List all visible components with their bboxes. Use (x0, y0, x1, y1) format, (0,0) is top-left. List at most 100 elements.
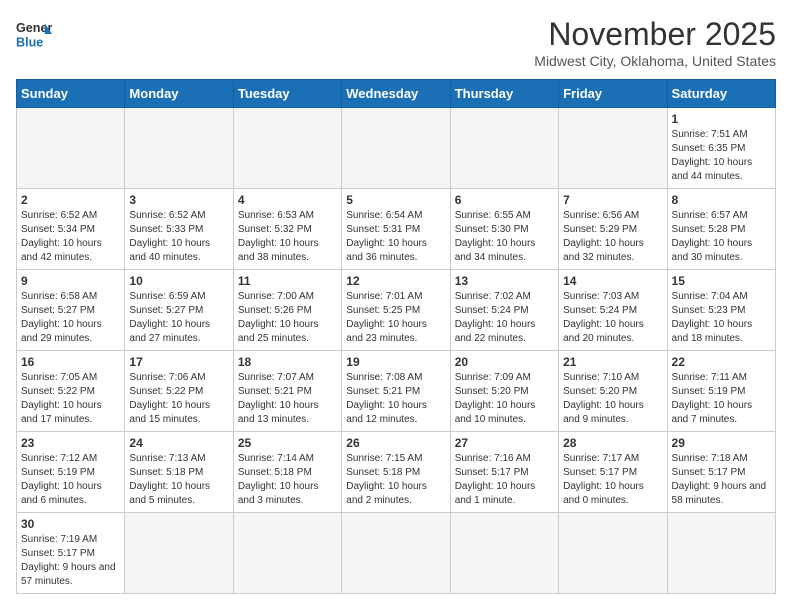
day-info: Sunrise: 6:52 AM Sunset: 5:34 PM Dayligh… (21, 209, 120, 265)
day-info: Sunrise: 7:10 AM Sunset: 5:20 PM Dayligh… (563, 371, 662, 427)
calendar-week-row: 30 Sunrise: 7:19 AM Sunset: 5:17 PM Dayli… (17, 513, 776, 594)
calendar-cell (450, 108, 558, 189)
calendar-cell (342, 108, 450, 189)
location: Midwest City, Oklahoma, United States (534, 53, 776, 69)
day-info: Sunrise: 6:52 AM Sunset: 5:33 PM Dayligh… (129, 209, 228, 265)
calendar-week-row: 16Sunrise: 7:05 AM Sunset: 5:22 PM Dayli… (17, 351, 776, 432)
day-info: Sunrise: 7:12 AM Sunset: 5:19 PM Dayligh… (21, 452, 120, 508)
day-info: Sunrise: 6:55 AM Sunset: 5:30 PM Dayligh… (455, 209, 554, 265)
day-number: 10 (129, 274, 228, 288)
calendar-cell: 27 Sunrise: 7:16 AM Sunset: 5:17 PM Dayli… (450, 432, 558, 513)
day-number: 25 (238, 436, 337, 450)
day-info: Sunrise: 7:14 AM Sunset: 5:18 PM Dayligh… (238, 452, 337, 508)
month-title: November 2025 (534, 16, 776, 53)
calendar-header-friday: Friday (559, 80, 667, 108)
calendar-cell: 2Sunrise: 6:52 AM Sunset: 5:34 PM Daylig… (17, 189, 125, 270)
day-info: Sunrise: 7:02 AM Sunset: 5:24 PM Dayligh… (455, 290, 554, 346)
calendar-header-tuesday: Tuesday (233, 80, 341, 108)
day-number: 15 (672, 274, 771, 288)
day-number: 27 (455, 436, 554, 450)
logo: General Blue (16, 16, 52, 52)
day-number: 14 (563, 274, 662, 288)
calendar-week-row: 1 Sunrise: 7:51 AM Sunset: 6:35 PM Daylig… (17, 108, 776, 189)
day-number: 30 (21, 517, 120, 531)
day-info: Sunrise: 7:03 AM Sunset: 5:24 PM Dayligh… (563, 290, 662, 346)
day-number: 29 (672, 436, 771, 450)
day-info: Sunrise: 6:58 AM Sunset: 5:27 PM Dayligh… (21, 290, 120, 346)
calendar-cell: 23 Sunrise: 7:12 AM Sunset: 5:19 PM Dayli… (17, 432, 125, 513)
calendar-header-sunday: Sunday (17, 80, 125, 108)
calendar-cell: 15Sunrise: 7:04 AM Sunset: 5:23 PM Dayli… (667, 270, 775, 351)
day-info: Sunrise: 7:00 AM Sunset: 5:26 PM Dayligh… (238, 290, 337, 346)
day-number: 18 (238, 355, 337, 369)
calendar-cell (342, 513, 450, 594)
calendar-cell (559, 513, 667, 594)
day-number: 9 (21, 274, 120, 288)
calendar-cell: 10 Sunrise: 6:59 AM Sunset: 5:27 PM Dayli… (125, 270, 233, 351)
calendar-table: SundayMondayTuesdayWednesdayThursdayFrid… (16, 79, 776, 594)
calendar-cell (125, 108, 233, 189)
calendar-header-monday: Monday (125, 80, 233, 108)
day-info: Sunrise: 6:53 AM Sunset: 5:32 PM Dayligh… (238, 209, 337, 265)
svg-text:Blue: Blue (16, 36, 43, 50)
day-info: Sunrise: 7:51 AM Sunset: 6:35 PM Dayligh… (672, 128, 771, 184)
calendar-cell: 16Sunrise: 7:05 AM Sunset: 5:22 PM Dayli… (17, 351, 125, 432)
calendar-cell: 9 Sunrise: 6:58 AM Sunset: 5:27 PM Daylig… (17, 270, 125, 351)
calendar-header-thursday: Thursday (450, 80, 558, 108)
day-info: Sunrise: 7:05 AM Sunset: 5:22 PM Dayligh… (21, 371, 120, 427)
logo-icon: General Blue (16, 16, 52, 52)
day-number: 4 (238, 193, 337, 207)
day-number: 19 (346, 355, 445, 369)
day-number: 23 (21, 436, 120, 450)
calendar-week-row: 23 Sunrise: 7:12 AM Sunset: 5:19 PM Dayli… (17, 432, 776, 513)
day-number: 24 (129, 436, 228, 450)
calendar-cell: 26Sunrise: 7:15 AM Sunset: 5:18 PM Dayli… (342, 432, 450, 513)
calendar-cell: 30 Sunrise: 7:19 AM Sunset: 5:17 PM Dayli… (17, 513, 125, 594)
day-info: Sunrise: 7:16 AM Sunset: 5:17 PM Dayligh… (455, 452, 554, 508)
page-header: General Blue November 2025 Midwest City,… (16, 16, 776, 69)
title-block: November 2025 Midwest City, Oklahoma, Un… (534, 16, 776, 69)
calendar-cell: 29 Sunrise: 7:18 AM Sunset: 5:17 PM Dayli… (667, 432, 775, 513)
day-number: 1 (672, 112, 771, 126)
calendar-week-row: 2Sunrise: 6:52 AM Sunset: 5:34 PM Daylig… (17, 189, 776, 270)
day-info: Sunrise: 7:01 AM Sunset: 5:25 PM Dayligh… (346, 290, 445, 346)
day-info: Sunrise: 7:19 AM Sunset: 5:17 PM Dayligh… (21, 533, 120, 589)
day-info: Sunrise: 6:59 AM Sunset: 5:27 PM Dayligh… (129, 290, 228, 346)
day-number: 20 (455, 355, 554, 369)
day-number: 11 (238, 274, 337, 288)
calendar-cell: 14 Sunrise: 7:03 AM Sunset: 5:24 PM Dayli… (559, 270, 667, 351)
day-number: 6 (455, 193, 554, 207)
calendar-week-row: 9 Sunrise: 6:58 AM Sunset: 5:27 PM Daylig… (17, 270, 776, 351)
calendar-cell: 1 Sunrise: 7:51 AM Sunset: 6:35 PM Daylig… (667, 108, 775, 189)
calendar-cell: 13 Sunrise: 7:02 AM Sunset: 5:24 PM Dayli… (450, 270, 558, 351)
calendar-cell: 24 Sunrise: 7:13 AM Sunset: 5:18 PM Dayli… (125, 432, 233, 513)
day-info: Sunrise: 7:08 AM Sunset: 5:21 PM Dayligh… (346, 371, 445, 427)
calendar-cell: 8Sunrise: 6:57 AM Sunset: 5:28 PM Daylig… (667, 189, 775, 270)
calendar-cell (450, 513, 558, 594)
day-number: 7 (563, 193, 662, 207)
day-info: Sunrise: 7:06 AM Sunset: 5:22 PM Dayligh… (129, 371, 228, 427)
day-info: Sunrise: 7:18 AM Sunset: 5:17 PM Dayligh… (672, 452, 771, 508)
day-number: 5 (346, 193, 445, 207)
calendar-cell: 6 Sunrise: 6:55 AM Sunset: 5:30 PM Daylig… (450, 189, 558, 270)
calendar-cell (233, 513, 341, 594)
day-number: 26 (346, 436, 445, 450)
calendar-cell: 22Sunrise: 7:11 AM Sunset: 5:19 PM Dayli… (667, 351, 775, 432)
day-info: Sunrise: 7:11 AM Sunset: 5:19 PM Dayligh… (672, 371, 771, 427)
calendar-cell: 11 Sunrise: 7:00 AM Sunset: 5:26 PM Dayli… (233, 270, 341, 351)
calendar-cell (667, 513, 775, 594)
day-number: 21 (563, 355, 662, 369)
day-info: Sunrise: 7:09 AM Sunset: 5:20 PM Dayligh… (455, 371, 554, 427)
day-info: Sunrise: 7:17 AM Sunset: 5:17 PM Dayligh… (563, 452, 662, 508)
calendar-cell: 17 Sunrise: 7:06 AM Sunset: 5:22 PM Dayli… (125, 351, 233, 432)
calendar-cell (559, 108, 667, 189)
calendar-cell: 28Sunrise: 7:17 AM Sunset: 5:17 PM Dayli… (559, 432, 667, 513)
calendar-cell: 21 Sunrise: 7:10 AM Sunset: 5:20 PM Dayli… (559, 351, 667, 432)
calendar-cell: 4 Sunrise: 6:53 AM Sunset: 5:32 PM Daylig… (233, 189, 341, 270)
day-info: Sunrise: 7:13 AM Sunset: 5:18 PM Dayligh… (129, 452, 228, 508)
calendar-header-saturday: Saturday (667, 80, 775, 108)
day-number: 13 (455, 274, 554, 288)
calendar-cell: 25 Sunrise: 7:14 AM Sunset: 5:18 PM Dayli… (233, 432, 341, 513)
day-number: 17 (129, 355, 228, 369)
calendar-header-row: SundayMondayTuesdayWednesdayThursdayFrid… (17, 80, 776, 108)
